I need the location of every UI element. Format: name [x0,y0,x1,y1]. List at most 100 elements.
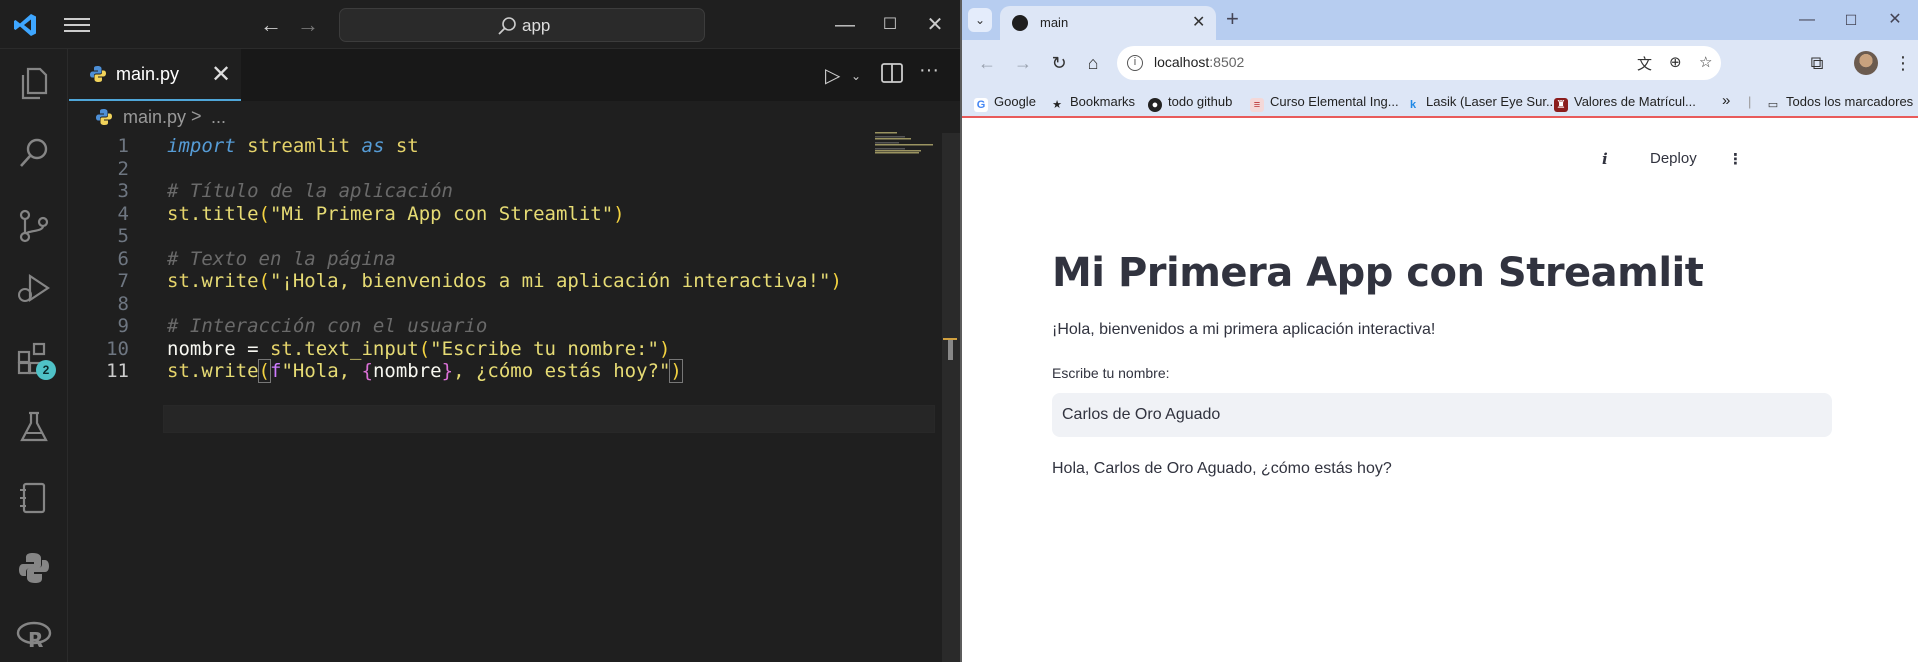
minimap[interactable] [873,130,943,160]
extensions-icon[interactable]: 2 [14,338,56,380]
bookmark-item[interactable]: ★ Bookmarks [1050,94,1135,112]
split-editor-icon[interactable] [881,63,903,89]
close-window-button[interactable]: ✕ [920,10,950,40]
chrome-toolbar: ← → ↻ ⌂ i localhost:8502 文 ⊕ ☆ ⧉ ⋮ [962,40,1918,86]
k-icon: k [1409,99,1417,111]
search-sidebar-icon[interactable] [14,134,54,174]
name-input-label: Escribe tu nombre: [1052,365,1170,381]
breadcrumb: main.py > ... [69,101,960,133]
code-token: st [395,135,419,157]
chrome-tabstrip: ⌄ main ✕ + — ☐ ✕ [962,0,1918,40]
run-debug-icon[interactable] [14,268,54,308]
tab-main[interactable]: main ✕ [1000,6,1216,40]
url-text: localhost:8502 [1154,54,1245,70]
page-title: Mi Primera App con Streamlit [1052,250,1704,296]
code-token: import [167,135,236,157]
new-tab-plus-icon[interactable]: + [1226,6,1239,32]
name-input[interactable] [1052,393,1832,437]
testing-flask-icon[interactable] [14,407,54,447]
forward-arrow-icon[interactable]: → [1010,50,1036,76]
star-icon: ★ [1052,99,1062,111]
current-line-highlight [163,405,935,433]
crest-icon: ♜ [1554,98,1568,112]
breadcrumb-symbols[interactable]: ... [211,107,226,128]
command-center-search[interactable]: app [339,8,705,42]
explorer-icon[interactable] [14,63,54,103]
python-file-icon [96,109,112,125]
run-dropdown-chevron-icon[interactable]: ⌄ [851,69,861,83]
profile-avatar[interactable] [1854,51,1878,75]
extensions-badge: 2 [36,360,56,380]
tab-filename: main.py [116,64,180,84]
activity-bar: 2 R [0,49,68,662]
bookmark-item[interactable]: ● todo github [1148,94,1232,112]
site-info-icon[interactable]: i [1127,55,1143,71]
streamlit-app: i Deploy ⋮ Mi Primera App con Streamlit … [962,120,1918,662]
python-file-icon [90,66,106,82]
tab-main-py[interactable]: main.py ✕ [69,49,241,101]
tab-close-icon[interactable]: ✕ [211,60,231,89]
maximize-button[interactable]: ☐ [875,10,905,40]
bookmark-item[interactable]: G Google [974,94,1036,112]
search-text: app [522,16,551,35]
back-arrow-icon[interactable]: ← [258,12,284,38]
course-icon: ≡ [1250,98,1264,112]
forward-arrow-icon[interactable]: → [295,12,321,38]
line-number: 11 [106,360,129,382]
r-language-icon[interactable]: R [14,615,54,655]
minimize-button[interactable]: — [830,10,860,40]
vscode-window: ← → app — ☐ ✕ 2 R main.py ✕ ▷ ⌄ ··· main… [0,0,960,662]
chrome-window: ⌄ main ✕ + — ☐ ✕ ← → ↻ ⌂ i localhost:850… [962,0,1918,662]
home-icon[interactable]: ⌂ [1080,50,1106,76]
notebook-icon[interactable] [14,478,54,518]
google-icon: G [974,98,988,112]
zoom-icon[interactable]: ⊕ [1669,53,1682,71]
greeting-text: Hola, Carlos de Oro Aguado, ¿cómo estás … [1052,460,1392,477]
run-file-button[interactable]: ▷ [825,63,840,88]
breadcrumb-separator: > [191,106,202,126]
code-token: streamlit [247,135,351,157]
bookmark-item[interactable]: ♜ Valores de Matrícul... [1554,94,1696,112]
bookmarks-overflow-chevron[interactable]: » [1722,92,1730,109]
back-arrow-icon[interactable]: ← [974,50,1000,76]
streamlit-favicon-icon [1012,15,1028,31]
source-control-icon[interactable] [14,206,54,246]
bookmarks-separator: | [1748,94,1752,109]
scrollbar-thumb[interactable] [948,340,953,360]
address-bar[interactable]: i localhost:8502 文 ⊕ ☆ [1117,46,1721,80]
deploy-button[interactable]: Deploy [1650,150,1697,167]
tab-title: main [1040,15,1069,30]
tab-close-icon[interactable]: ✕ [1192,12,1205,32]
folder-icon: ▭ [1767,99,1779,111]
code-editor[interactable]: 1 import streamlit as st 2 3 # Título de… [69,133,942,662]
extensions-puzzle-icon[interactable]: ⧉ [1804,50,1830,76]
code-token: as [361,135,385,157]
breadcrumb-file[interactable]: main.py [123,107,186,128]
welcome-text: ¡Hola, bienvenidos a mi primera aplicaci… [1052,321,1436,338]
main-menu-icon[interactable]: ⋮ [1728,150,1743,168]
reload-icon[interactable]: ↻ [1046,50,1072,76]
python-icon[interactable] [14,548,54,588]
hamburger-menu-icon[interactable] [64,15,90,35]
all-bookmarks-folder[interactable]: ▭ Todos los marcadores [1766,94,1913,112]
bookmark-item[interactable]: ≡ Curso Elemental Ing... [1250,94,1399,112]
bookmark-star-icon[interactable]: ☆ [1699,53,1712,71]
maximize-button[interactable]: ☐ [1836,8,1866,32]
minimize-button[interactable]: — [1792,8,1822,32]
chrome-menu-icon[interactable]: ⋮ [1890,50,1916,76]
bookmarks-bar: G Google ★ Bookmarks ● todo github ≡ Curso E… [962,86,1918,118]
editor-tab-bar: main.py ✕ ▷ ⌄ ··· [69,49,960,101]
more-actions-icon[interactable]: ··· [919,59,939,82]
info-icon[interactable]: i [1602,150,1608,168]
code-line: 11 st.write(f"Hola, {nombre}, ¿cómo está… [69,358,869,385]
translate-icon[interactable]: 文 [1637,53,1652,74]
search-icon [498,17,516,35]
vscode-titlebar: ← → app — ☐ ✕ [0,0,960,49]
tab-search-chevron-icon[interactable]: ⌄ [968,8,992,32]
editor-scrollbar[interactable] [942,133,960,662]
close-window-button[interactable]: ✕ [1880,8,1910,32]
svg-text:R: R [28,628,43,652]
vscode-logo-icon [14,14,36,36]
bookmark-item[interactable]: k Lasik (Laser Eye Sur... [1406,94,1557,112]
github-icon: ● [1148,98,1162,112]
